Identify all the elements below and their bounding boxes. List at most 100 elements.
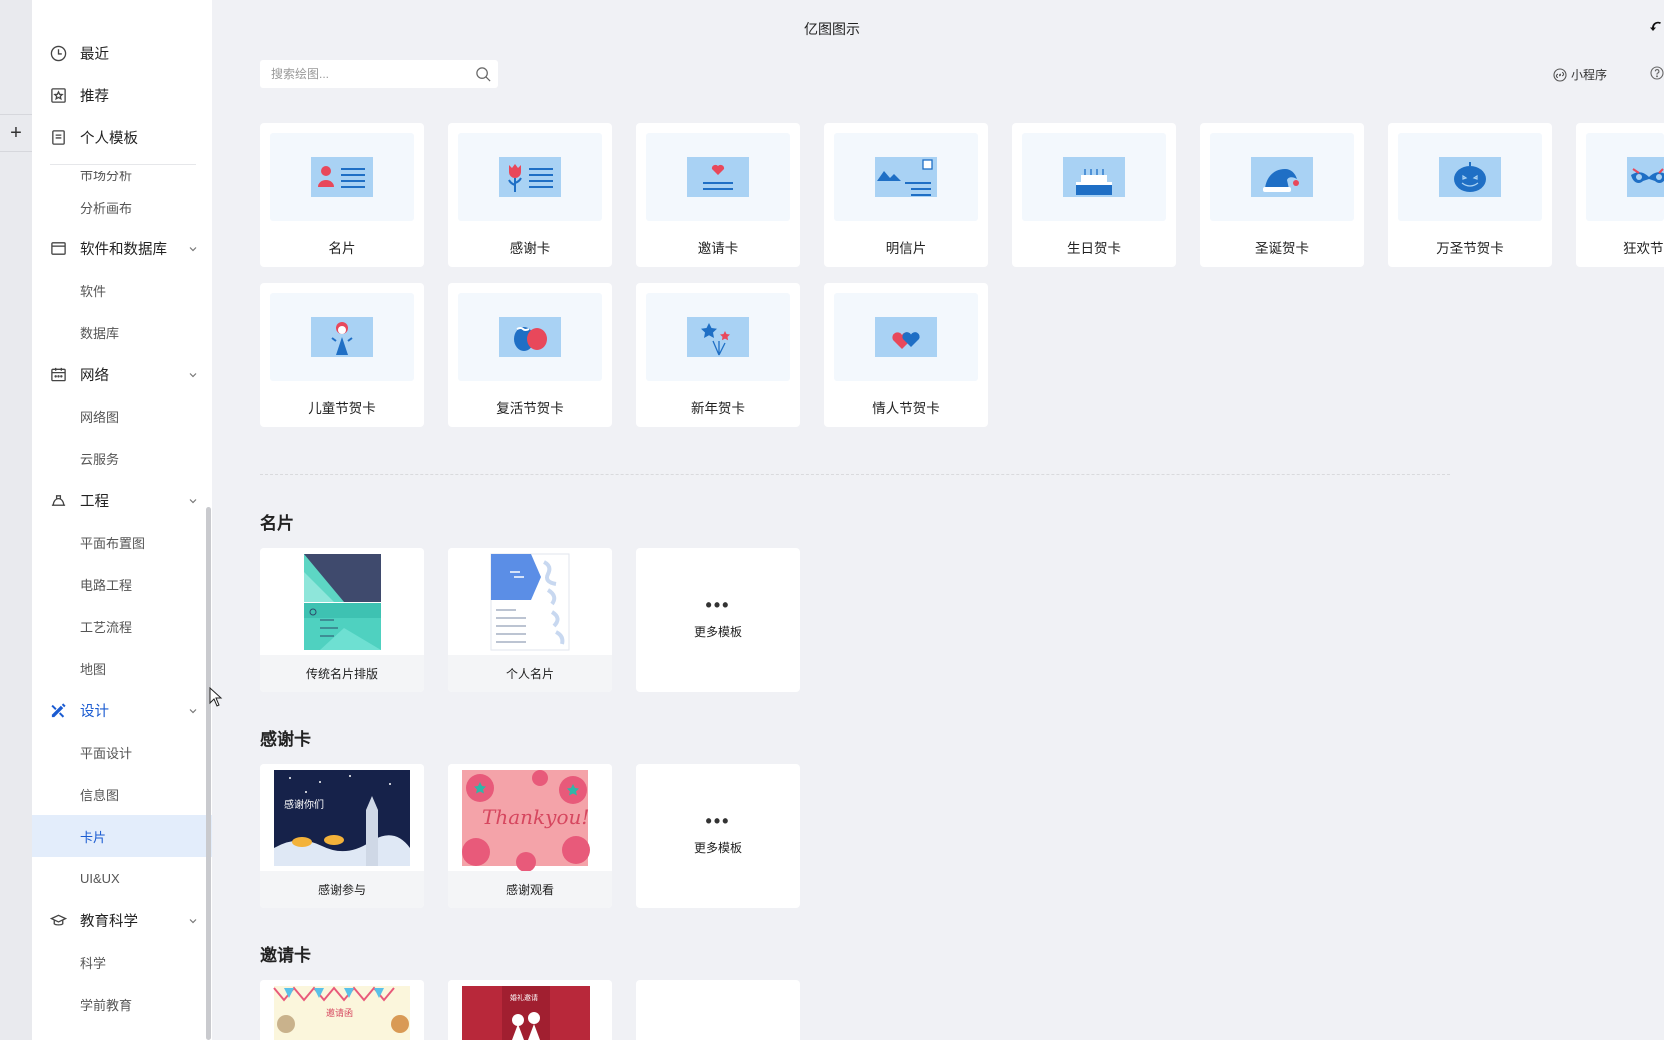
category-card-business-card[interactable]: 名片	[260, 123, 424, 267]
sidebar-sub-network-diagram[interactable]: 网络图	[32, 395, 212, 437]
more-dots-icon: •••	[705, 595, 731, 615]
sidebar-sub-cards[interactable]: 卡片	[32, 815, 212, 857]
helmet-icon	[50, 492, 67, 509]
category-card-new-year[interactable]: 新年贺卡	[636, 283, 800, 427]
sidebar-item-recent[interactable]: 最近	[32, 32, 212, 74]
sidebar-group-label: 工程	[80, 493, 109, 510]
birthday-cake-icon	[1063, 157, 1125, 197]
sidebar-group-design[interactable]: 设计	[32, 689, 212, 731]
sidebar-item-recommend[interactable]: 推荐	[32, 74, 212, 116]
section-divider	[260, 474, 1450, 475]
category-card-birthday[interactable]: 生日贺卡	[1012, 123, 1176, 267]
more-dots-icon: •••	[705, 811, 731, 831]
category-thumb	[1210, 133, 1354, 221]
template-label: 传统名片排版	[260, 655, 424, 692]
template-thumbnail	[448, 548, 612, 655]
category-thumb	[834, 293, 978, 381]
template-thumbnail	[260, 548, 424, 655]
category-label: 情人节贺卡	[872, 401, 940, 416]
category-card-christmas[interactable]: 圣诞贺卡	[1200, 123, 1364, 267]
template-label: 感谢观看	[448, 871, 612, 908]
clock-icon	[50, 45, 67, 62]
sidebar-scrollbar[interactable]	[206, 507, 211, 1040]
sidebar-sub-ui-ux[interactable]: UI&UX	[32, 857, 212, 899]
new-plus-icon[interactable]: +	[3, 121, 29, 145]
sidebar-item-personal-templates[interactable]: 个人模板	[32, 116, 212, 158]
sidebar-group-network[interactable]: 网络	[32, 353, 212, 395]
sidebar-sub-science[interactable]: 科学	[32, 941, 212, 983]
more-templates-button[interactable]: ••• 更多模板	[636, 764, 800, 908]
section-title-business-card: 名片	[260, 514, 294, 533]
heart-envelope-icon	[687, 157, 749, 197]
template-card[interactable]: 传统名片排版	[260, 548, 424, 692]
sidebar-group-engineering[interactable]: 工程	[32, 479, 212, 521]
more-templates-button[interactable]	[636, 980, 800, 1040]
chevron-down-icon[interactable]	[188, 242, 198, 252]
help-icon[interactable]	[1650, 66, 1664, 80]
chevron-down-icon[interactable]	[188, 494, 198, 504]
template-card[interactable]: 邀请函	[260, 980, 424, 1040]
template-label: 感谢参与	[260, 871, 424, 908]
sidebar-sub-cloud-service[interactable]: 云服务	[32, 437, 212, 479]
sidebar-group-education[interactable]: 教育科学	[32, 899, 212, 941]
template-card[interactable]: 个人名片	[448, 548, 612, 692]
template-card[interactable]: 感谢你们 感谢参与	[260, 764, 424, 908]
search-icon[interactable]	[475, 66, 492, 83]
sidebar-sub-market-analysis[interactable]: 市场分析	[32, 171, 212, 187]
category-card-carnival[interactable]: 狂欢节	[1576, 123, 1664, 267]
sidebar-category-list: 市场分析 分析画布 软件和数据库 软件 数据库 网络 网络图 云服务 工程 平面…	[32, 165, 212, 1025]
business-card-icon	[311, 157, 373, 197]
sidebar-sub-database[interactable]: 数据库	[32, 311, 212, 353]
chevron-down-icon[interactable]	[188, 368, 198, 378]
sidebar-sub-map[interactable]: 地图	[32, 647, 212, 689]
sidebar-group-label: 网络	[80, 367, 109, 384]
sidebar: 最近 推荐 个人模板 市场分析 分析画布 软件和数据库 软件 数据库 网络 网络…	[32, 0, 212, 1040]
sidebar-sub-software[interactable]: 软件	[32, 269, 212, 311]
sidebar-group-label: 设计	[80, 703, 109, 720]
sidebar-sub-process-flow[interactable]: 工艺流程	[32, 605, 212, 647]
category-thumb	[1398, 133, 1542, 221]
sidebar-sub-floor-plan[interactable]: 平面布置图	[32, 521, 212, 563]
category-label: 新年贺卡	[691, 401, 745, 416]
category-label: 狂欢节	[1623, 241, 1664, 256]
search-input[interactable]	[271, 67, 461, 81]
cloud-sync-icon[interactable]	[1650, 18, 1664, 36]
template-card[interactable]: 婚礼邀请	[448, 980, 612, 1040]
category-card-halloween[interactable]: 万圣节贺卡	[1388, 123, 1552, 267]
category-card-postcard[interactable]: 明信片	[824, 123, 988, 267]
sidebar-sub-graphic-design[interactable]: 平面设计	[32, 731, 212, 773]
thumb-thankyou-text: Thankyou!	[482, 805, 589, 829]
sidebar-sub-infographic[interactable]: 信息图	[32, 773, 212, 815]
chevron-down-icon[interactable]	[188, 704, 198, 714]
santa-hat-icon	[1251, 157, 1313, 197]
easter-egg-icon	[499, 317, 561, 357]
sidebar-sub-circuit[interactable]: 电路工程	[32, 563, 212, 605]
calendar-network-icon	[50, 366, 67, 383]
category-label: 复活节贺卡	[496, 401, 564, 416]
category-label: 万圣节贺卡	[1436, 241, 1504, 256]
app-title: 亿图图示	[804, 21, 860, 37]
flower-card-icon	[499, 157, 561, 197]
more-templates-button[interactable]: ••• 更多模板	[636, 548, 800, 692]
sidebar-sub-analysis-canvas[interactable]: 分析画布	[32, 187, 212, 227]
category-card-valentine[interactable]: 情人节贺卡	[824, 283, 988, 427]
category-card-easter[interactable]: 复活节贺卡	[448, 283, 612, 427]
postcard-icon	[875, 157, 937, 197]
category-label: 感谢卡	[509, 241, 551, 256]
sidebar-group-software-db[interactable]: 软件和数据库	[32, 227, 212, 269]
template-thumbnail: 婚礼邀请	[448, 980, 612, 1040]
mini-program-button[interactable]: 小程序	[1553, 66, 1607, 83]
template-thumbnail: 感谢你们	[260, 764, 424, 871]
sidebar-sub-preschool[interactable]: 学前教育	[32, 983, 212, 1025]
more-templates-label: 更多模板	[693, 841, 742, 855]
category-thumb	[458, 133, 602, 221]
category-card-thank-you[interactable]: 感谢卡	[448, 123, 612, 267]
category-card-invitation[interactable]: 邀请卡	[636, 123, 800, 267]
template-card[interactable]: Thankyou! 感谢观看	[448, 764, 612, 908]
mini-program-label: 小程序	[1570, 68, 1607, 82]
star-badge-icon	[50, 87, 67, 104]
category-thumb	[270, 133, 414, 221]
design-tools-icon	[50, 702, 67, 719]
chevron-down-icon[interactable]	[188, 914, 198, 924]
category-card-childrens-day[interactable]: 儿童节贺卡	[260, 283, 424, 427]
